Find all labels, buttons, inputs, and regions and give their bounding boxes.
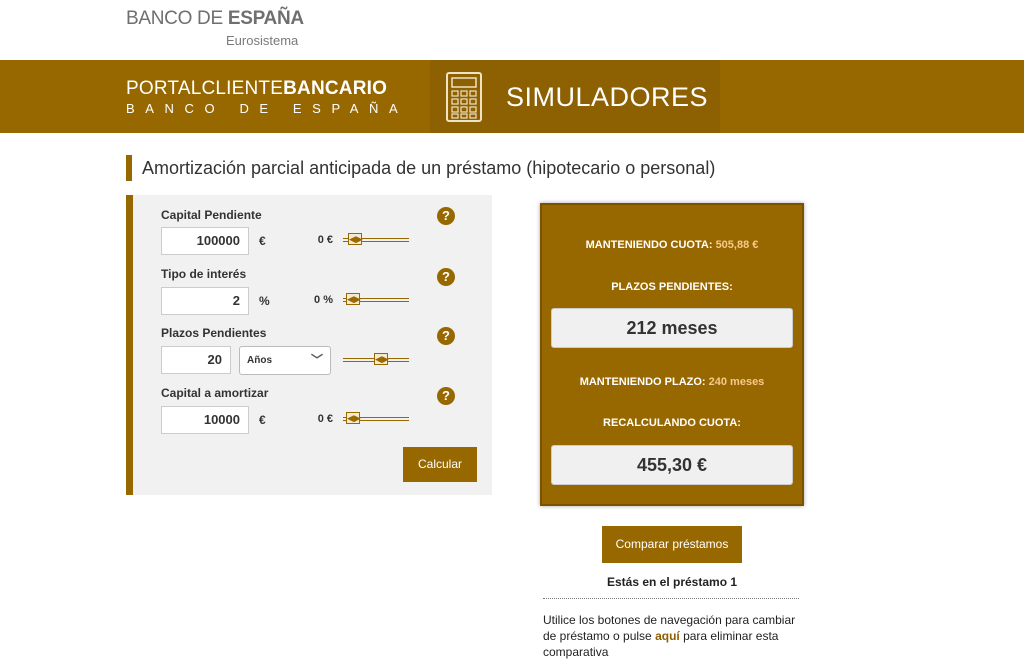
comparar-button[interactable]: Comparar préstamos [602,526,742,563]
capital-help-icon[interactable]: ? [437,207,455,225]
interes-unit: % [259,294,270,308]
amortizar-input[interactable]: 10000 [161,406,249,434]
bde-logo-text: BANCO DE ESPAÑA [126,8,304,29]
page-title: Amortización parcial anticipada de un pr… [126,155,715,181]
calcular-button[interactable]: Calcular [403,447,477,482]
capital-label: Capital Pendiente [161,208,262,222]
dotted-divider [543,598,799,599]
amortizar-slider-thumb[interactable]: ◀▶ [346,412,361,424]
calculator-icon [446,72,482,122]
plazo-label: MANTENIENDO PLAZO: [579,376,709,388]
results-panel: MANTENIENDO CUOTA: 505,88 € PLAZOS PENDI… [540,203,804,506]
header-band: PORTALCLIENTEBANCARIO BANCO DE ESPAÑA SI… [0,60,1024,133]
interes-min-value: 0 % [314,294,333,306]
capital-input[interactable]: 100000 [161,227,249,255]
cuota-value: 505,88 € [715,239,759,251]
portal-title: PORTALCLIENTEBANCARIO [126,78,388,99]
section-title: SIMULADORES [506,82,709,112]
recalculando-value: 455,30 € [551,445,793,485]
plazos-period-value: Años [247,355,272,366]
amortizar-unit: € [259,413,266,427]
plazo-value: 240 meses [708,376,765,388]
plazos-help-icon[interactable]: ? [437,327,455,345]
amortizar-min-value: 0 € [317,413,333,425]
amortizar-slider[interactable]: ◀▶ [343,412,409,426]
prestamo-status: Estás en el préstamo 1 [606,575,738,589]
capital-slider[interactable]: ◀▶ [343,233,409,247]
recalculando-label: RECALCULANDO CUOTA: [603,417,741,429]
cuota-result: MANTENIENDO CUOTA: 505,88 € [542,239,802,251]
simulator-form: Capital Pendiente 100000 € 0 € ◀▶ ? Tipo… [126,195,492,495]
eliminar-comparativa-link[interactable]: aquí [655,629,680,643]
interes-slider-thumb[interactable]: ◀▶ [346,293,361,305]
plazos-pendientes-label: PLAZOS PENDIENTES: [611,281,733,293]
portal-logo[interactable]: PORTALCLIENTEBANCARIO BANCO DE ESPAÑA [126,78,408,116]
capital-unit: € [259,234,266,248]
plazos-slider[interactable]: ◀▶ [343,353,409,367]
amortizar-label: Capital a amortizar [161,386,269,400]
capital-min-value: 0 € [317,234,333,246]
plazos-pendientes-value: 212 meses [551,308,793,348]
interes-help-icon[interactable]: ? [437,268,455,286]
amortizar-help-icon[interactable]: ? [437,387,455,405]
bde-logo[interactable]: BANCO DE ESPAÑA Eurosistema [126,8,304,48]
interes-input[interactable]: 2 [161,287,249,315]
interes-label: Tipo de interés [161,267,247,281]
plazos-input[interactable]: 20 [161,346,231,374]
cuota-label: MANTENIENDO CUOTA: [585,239,716,251]
portal-subtitle: BANCO DE ESPAÑA [126,101,409,116]
capital-slider-thumb[interactable]: ◀▶ [348,233,363,245]
plazos-period-select[interactable]: Años ﹀ [239,346,331,375]
comparison-help-text: Utilice los botones de navegación para c… [543,613,796,659]
plazos-label: Plazos Pendientes [161,326,267,340]
plazo-result: MANTENIENDO PLAZO: 240 meses [542,376,802,388]
interes-slider[interactable]: ◀▶ [343,293,409,307]
plazos-slider-thumb[interactable]: ◀▶ [374,353,389,365]
eurosistema-label: Eurosistema [226,33,299,48]
chevron-down-icon: ﹀ [310,353,323,367]
